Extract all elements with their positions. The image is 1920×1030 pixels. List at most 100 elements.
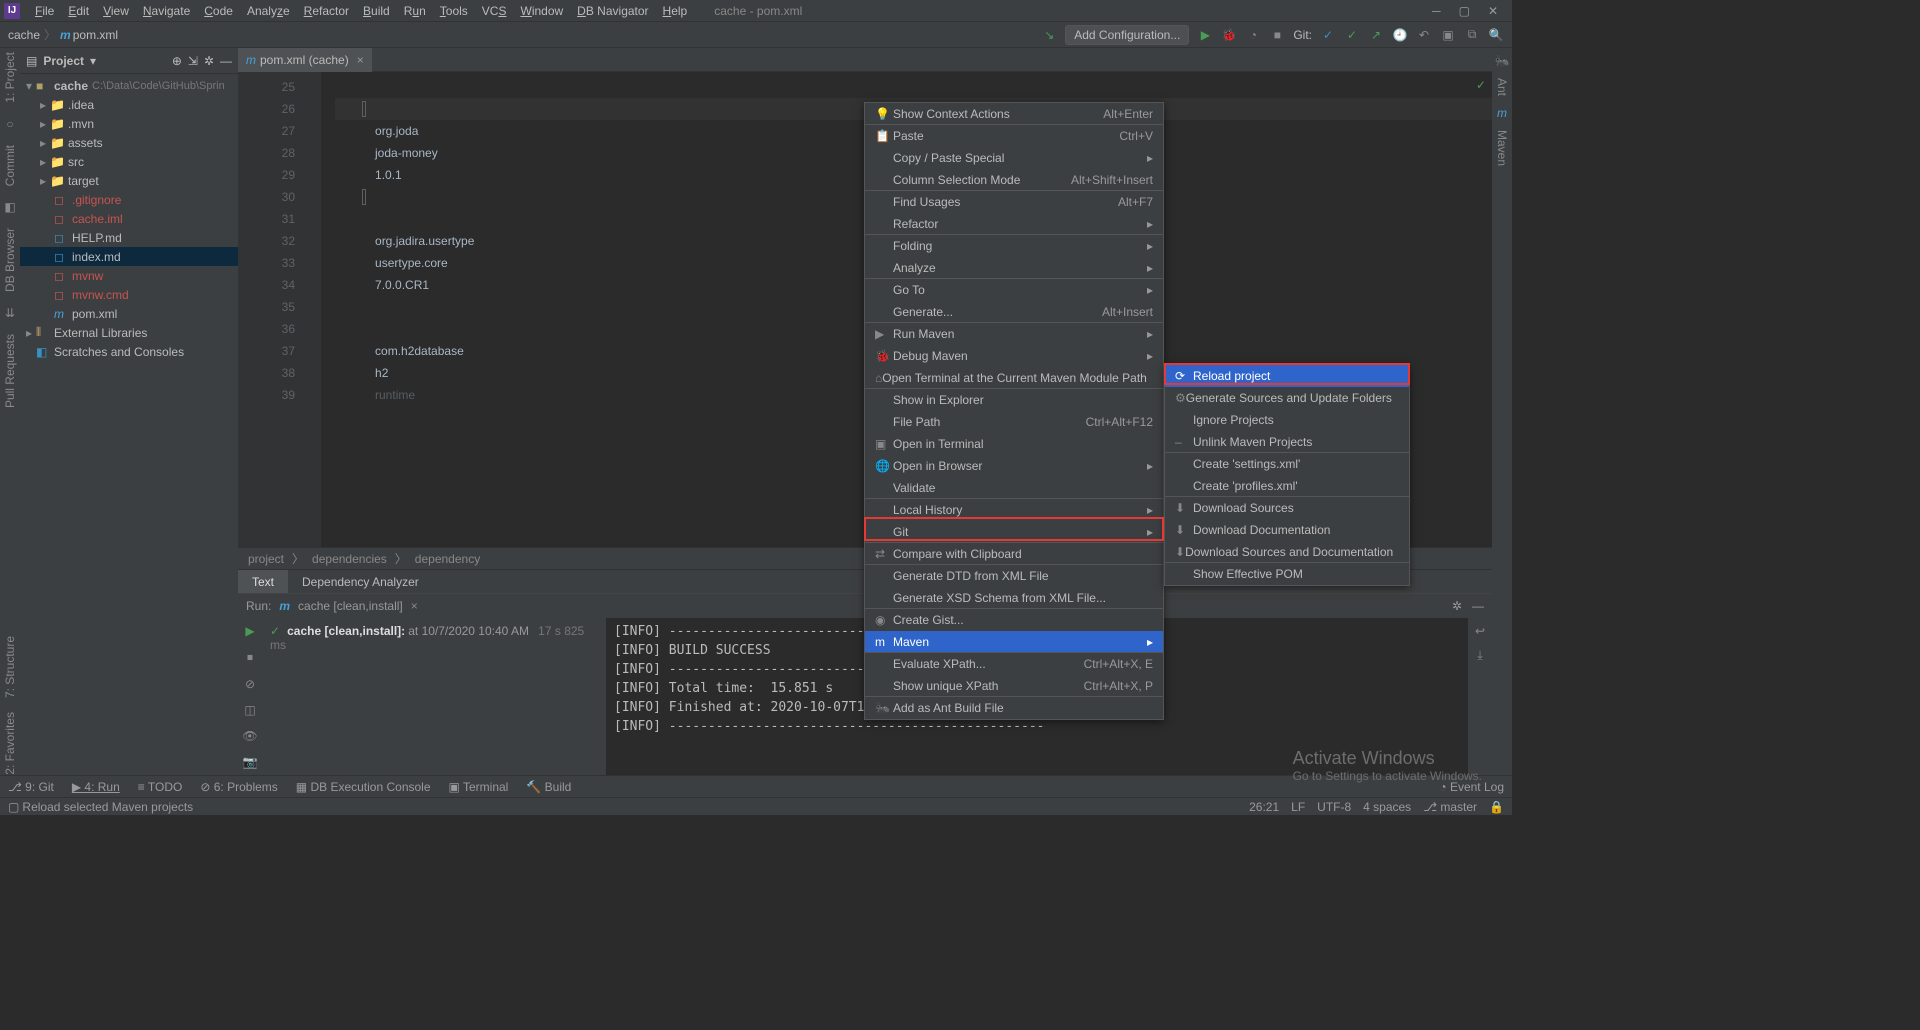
menu-item[interactable]: 📋 Paste Ctrl+V [865, 125, 1163, 147]
menu-item[interactable]: Generate XSD Schema from XML File... [865, 587, 1163, 609]
side-favorites-tab[interactable]: 2: Favorites [3, 712, 17, 775]
bt-terminal[interactable]: ▣ Terminal [449, 780, 509, 794]
tree-indexmd[interactable]: ◻index.md [20, 247, 238, 266]
expand-icon[interactable]: ⇲ [188, 54, 198, 68]
camera-icon[interactable]: 📷 [243, 755, 258, 769]
side-structure-tab[interactable]: 7: Structure [3, 636, 17, 698]
maximize-icon[interactable]: ▢ [1459, 4, 1470, 18]
coverage-icon[interactable]: ◔ [1245, 28, 1261, 42]
menu-refactor[interactable]: Refactor [297, 4, 356, 18]
run-icon[interactable]: ▶ [1197, 28, 1213, 42]
menu-item[interactable]: ⬇ Download Sources and Documentation [1165, 541, 1409, 563]
menu-item[interactable]: – Unlink Maven Projects [1165, 431, 1409, 453]
menu-item[interactable]: Go To ▸ [865, 279, 1163, 301]
bt-build[interactable]: 🔨 Build [526, 780, 571, 794]
git-update-icon[interactable]: ✓ [1320, 28, 1336, 42]
chevron-down-icon[interactable]: ▾ [90, 54, 96, 68]
run-tab[interactable]: cache [clean,install] [298, 599, 403, 613]
tab-dep-analyzer[interactable]: Dependency Analyzer [288, 570, 433, 594]
git-rollback-icon[interactable]: ↶ [1416, 28, 1432, 42]
stop-icon[interactable]: ■ [1269, 28, 1285, 42]
menu-item[interactable]: Show in Explorer [865, 389, 1163, 411]
status-lock-icon[interactable]: 🔒 [1489, 800, 1504, 814]
run-gear-icon[interactable]: ✲ [1452, 599, 1462, 613]
menu-view[interactable]: View [96, 4, 136, 18]
menu-item[interactable]: 🌐 Open in Browser ▸ [865, 455, 1163, 477]
side-pull-tab[interactable]: Pull Requests [3, 334, 17, 408]
tab-close-icon[interactable]: × [357, 53, 364, 67]
menu-item[interactable]: Show Effective POM [1165, 563, 1409, 585]
tree-mvnw[interactable]: ◻mvnw [20, 266, 238, 285]
debug-icon[interactable]: 🐞 [1221, 28, 1237, 42]
menu-item[interactable]: Create 'settings.xml' [1165, 453, 1409, 475]
search-everywhere-icon[interactable]: ⧉ [1464, 27, 1480, 42]
side-project-tab[interactable]: 1: Project [3, 52, 17, 103]
crumb-0[interactable]: project [248, 552, 284, 566]
menu-navigate[interactable]: Navigate [136, 4, 197, 18]
bt-run[interactable]: ▶ 4: Run [72, 780, 120, 794]
side-commit-tab[interactable]: Commit [3, 145, 17, 186]
git-commit-icon[interactable]: ✓ [1344, 28, 1360, 42]
side-ant-tab[interactable]: Ant [1495, 78, 1509, 96]
menu-item[interactable]: Folding ▸ [865, 235, 1163, 257]
menu-window[interactable]: Window [513, 4, 570, 18]
bt-todo[interactable]: ≡ TODO [138, 780, 183, 794]
run-tab-close-icon[interactable]: × [411, 599, 418, 613]
menu-run[interactable]: Run [397, 4, 433, 18]
tree-cacheiml[interactable]: ◻cache.iml [20, 209, 238, 228]
crumb-file[interactable]: pom.xml [73, 28, 118, 42]
menu-item[interactable]: File Path Ctrl+Alt+F12 [865, 411, 1163, 433]
stop-icon[interactable]: ⏹ [247, 650, 253, 665]
soft-wrap-icon[interactable]: ↩ [1475, 624, 1485, 638]
status-pos[interactable]: 26:21 [1249, 800, 1279, 814]
tree-scratches[interactable]: ◧Scratches and Consoles [20, 342, 238, 361]
status-icon[interactable]: ▢ [8, 800, 19, 814]
maven-icon[interactable]: m [1497, 106, 1507, 120]
crumb-1[interactable]: dependencies [312, 552, 387, 566]
tree-pom[interactable]: mpom.xml [20, 304, 238, 323]
ant-icon[interactable]: 🐜 [1495, 54, 1510, 68]
editor-tab-pom[interactable]: m pom.xml (cache) × [238, 48, 372, 72]
menu-file[interactable]: File [28, 4, 61, 18]
menu-item[interactable]: ⬇ Download Documentation [1165, 519, 1409, 541]
project-title[interactable]: Project [43, 54, 84, 68]
gear-icon[interactable]: ✲ [204, 54, 214, 68]
search-icon[interactable]: 🔍 [1488, 28, 1504, 42]
inspection-ok-icon[interactable]: ✓ [1476, 78, 1486, 92]
minimize-icon[interactable]: ─ [1432, 4, 1441, 18]
tree-helpmd[interactable]: ◻HELP.md [20, 228, 238, 247]
bt-dbexec[interactable]: ▦ DB Execution Console [296, 780, 431, 794]
menu-item[interactable]: Show unique XPath Ctrl+Alt+X, P [865, 675, 1163, 697]
scroll-end-icon[interactable]: ⤓ [1477, 648, 1482, 663]
ide-settings-icon[interactable]: ▣ [1440, 28, 1456, 42]
menu-item[interactable]: Evaluate XPath... Ctrl+Alt+X, E [865, 653, 1163, 675]
tree-mvnwcmd[interactable]: ◻mvnw.cmd [20, 285, 238, 304]
menu-item[interactable]: Validate [865, 477, 1163, 499]
menu-item[interactable]: Generate DTD from XML File [865, 565, 1163, 587]
tree-assets[interactable]: ▸📁assets [20, 133, 238, 152]
menu-item[interactable]: Column Selection Mode Alt+Shift+Insert [865, 169, 1163, 191]
side-db-tab[interactable]: DB Browser [3, 228, 17, 292]
menu-item[interactable]: Copy / Paste Special ▸ [865, 147, 1163, 169]
build-hammer-icon[interactable]: ↘ [1041, 28, 1057, 42]
menu-item[interactable]: ⚙ Generate Sources and Update Folders [1165, 387, 1409, 409]
commit-icon[interactable]: ○ [6, 117, 13, 131]
menu-help[interactable]: Help [656, 4, 695, 18]
side-maven-tab[interactable]: Maven [1495, 130, 1509, 166]
close-icon[interactable]: ✕ [1488, 4, 1498, 18]
git-push-icon[interactable]: ↗ [1368, 28, 1384, 42]
menu-item[interactable]: ⇄ Compare with Clipboard [865, 543, 1163, 565]
menu-item[interactable]: ⌂ Open Terminal at the Current Maven Mod… [865, 367, 1163, 389]
menu-vcs[interactable]: VCS [475, 4, 514, 18]
tree-idea[interactable]: ▸📁.idea [20, 95, 238, 114]
menu-item[interactable]: ⟳ Reload project [1165, 365, 1409, 387]
menu-item[interactable]: m Maven ▸ [865, 631, 1163, 653]
menu-dbnav[interactable]: DB Navigator [570, 4, 655, 18]
menu-item[interactable]: ◉ Create Gist... [865, 609, 1163, 631]
tree-target[interactable]: ▸📁target [20, 171, 238, 190]
locate-icon[interactable]: ⊕ [172, 54, 182, 68]
layout-icon[interactable]: ◫ [244, 703, 255, 717]
view-icon[interactable]: 👁 [242, 729, 257, 743]
tree-gitignore[interactable]: ◻.gitignore [20, 190, 238, 209]
menu-item[interactable]: ▶ Run Maven ▸ [865, 323, 1163, 345]
